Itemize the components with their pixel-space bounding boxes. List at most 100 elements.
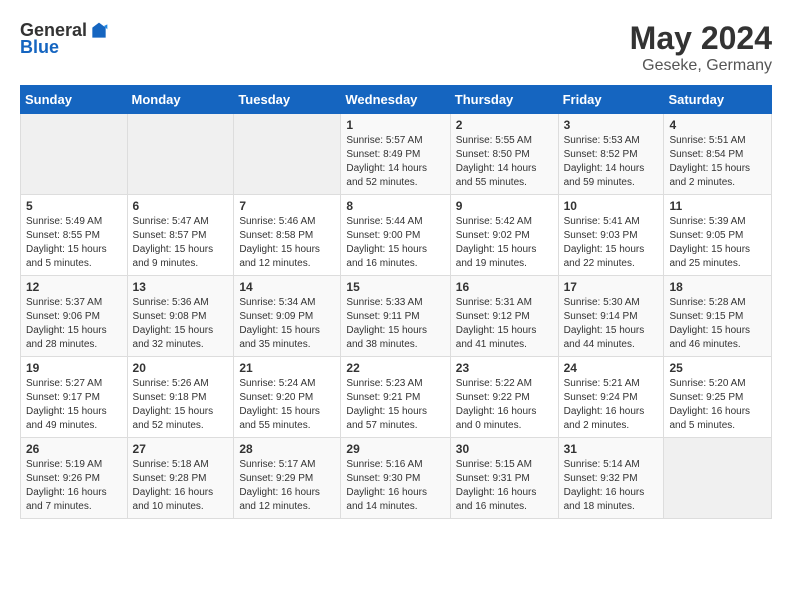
day-number: 18	[669, 280, 766, 294]
day-number: 13	[133, 280, 229, 294]
day-number: 19	[26, 361, 122, 375]
cell-text: Sunrise: 5:39 AM Sunset: 9:05 PM Dayligh…	[669, 215, 766, 271]
day-number: 4	[669, 118, 766, 132]
day-number: 22	[346, 361, 444, 375]
calendar-cell: 11 Sunrise: 5:39 AM Sunset: 9:05 PM Dayli…	[664, 195, 772, 276]
cell-text: Sunrise: 5:47 AM Sunset: 8:57 PM Dayligh…	[133, 215, 229, 271]
calendar-cell: 14Sunrise: 5:34 AM Sunset: 9:09 PM Dayli…	[234, 276, 341, 357]
cell-text: Sunrise: 5:17 AM Sunset: 9:29 PM Dayligh…	[239, 458, 335, 514]
calendar-cell: 31Sunrise: 5:14 AM Sunset: 9:32 PM Dayli…	[558, 438, 664, 519]
cell-text: Sunrise: 5:24 AM Sunset: 9:20 PM Dayligh…	[239, 377, 335, 433]
cell-text: Sunrise: 5:19 AM Sunset: 9:26 PM Dayligh…	[26, 458, 122, 514]
cell-text: Sunrise: 5:53 AM Sunset: 8:52 PM Dayligh…	[564, 134, 659, 190]
calendar-cell: 27Sunrise: 5:18 AM Sunset: 9:28 PM Dayli…	[127, 438, 234, 519]
calendar-cell: 20 Sunrise: 5:26 AM Sunset: 9:18 PM Dayli…	[127, 357, 234, 438]
calendar-cell: 23 Sunrise: 5:22 AM Sunset: 9:22 PM Dayli…	[450, 357, 558, 438]
cell-text: Sunrise: 5:26 AM Sunset: 9:18 PM Dayligh…	[133, 377, 229, 433]
calendar-cell: 10 Sunrise: 5:41 AM Sunset: 9:03 PM Dayli…	[558, 195, 664, 276]
cell-text: Sunrise: 5:21 AM Sunset: 9:24 PM Dayligh…	[564, 377, 659, 433]
cell-text: Sunrise: 5:22 AM Sunset: 9:22 PM Dayligh…	[456, 377, 553, 433]
day-number: 16	[456, 280, 553, 294]
cell-text: Sunrise: 5:34 AM Sunset: 9:09 PM Dayligh…	[239, 296, 335, 352]
calendar-week-row: 5 Sunrise: 5:49 AM Sunset: 8:55 PM Daylig…	[21, 195, 772, 276]
calendar-week-row: 12 Sunrise: 5:37 AM Sunset: 9:06 PM Dayli…	[21, 276, 772, 357]
calendar-cell: 4 Sunrise: 5:51 AM Sunset: 8:54 PM Daylig…	[664, 114, 772, 195]
weekday-header-thursday: Thursday	[450, 86, 558, 114]
logo-text-blue: Blue	[20, 37, 59, 58]
day-number: 10	[564, 199, 659, 213]
calendar-cell: 1 Sunrise: 5:57 AM Sunset: 8:49 PM Daylig…	[341, 114, 450, 195]
day-number: 12	[26, 280, 122, 294]
day-number: 23	[456, 361, 553, 375]
calendar-cell: 16 Sunrise: 5:31 AM Sunset: 9:12 PM Dayli…	[450, 276, 558, 357]
weekday-header-monday: Monday	[127, 86, 234, 114]
calendar-table: SundayMondayTuesdayWednesdayThursdayFrid…	[20, 85, 772, 519]
calendar-cell: 7 Sunrise: 5:46 AM Sunset: 8:58 PM Daylig…	[234, 195, 341, 276]
cell-text: Sunrise: 5:27 AM Sunset: 9:17 PM Dayligh…	[26, 377, 122, 433]
calendar-week-row: 19 Sunrise: 5:27 AM Sunset: 9:17 PM Dayli…	[21, 357, 772, 438]
weekday-header-wednesday: Wednesday	[341, 86, 450, 114]
calendar-cell: 5 Sunrise: 5:49 AM Sunset: 8:55 PM Daylig…	[21, 195, 128, 276]
cell-text: Sunrise: 5:33 AM Sunset: 9:11 PM Dayligh…	[346, 296, 444, 352]
cell-text: Sunrise: 5:36 AM Sunset: 9:08 PM Dayligh…	[133, 296, 229, 352]
cell-text: Sunrise: 5:14 AM Sunset: 9:32 PM Dayligh…	[564, 458, 659, 514]
calendar-cell: 19 Sunrise: 5:27 AM Sunset: 9:17 PM Dayli…	[21, 357, 128, 438]
day-number: 24	[564, 361, 659, 375]
calendar-cell: 21 Sunrise: 5:24 AM Sunset: 9:20 PM Dayli…	[234, 357, 341, 438]
day-number: 11	[669, 199, 766, 213]
day-number: 17	[564, 280, 659, 294]
cell-text: Sunrise: 5:20 AM Sunset: 9:25 PM Dayligh…	[669, 377, 766, 433]
calendar-cell: 8 Sunrise: 5:44 AM Sunset: 9:00 PM Daylig…	[341, 195, 450, 276]
calendar-cell: 25 Sunrise: 5:20 AM Sunset: 9:25 PM Dayli…	[664, 357, 772, 438]
weekday-header-saturday: Saturday	[664, 86, 772, 114]
day-number: 25	[669, 361, 766, 375]
cell-text: Sunrise: 5:55 AM Sunset: 8:50 PM Dayligh…	[456, 134, 553, 190]
day-number: 6	[133, 199, 229, 213]
calendar-week-row: 1 Sunrise: 5:57 AM Sunset: 8:49 PM Daylig…	[21, 114, 772, 195]
calendar-cell	[234, 114, 341, 195]
calendar-cell	[664, 438, 772, 519]
day-number: 5	[26, 199, 122, 213]
day-number: 8	[346, 199, 444, 213]
cell-text: Sunrise: 5:57 AM Sunset: 8:49 PM Dayligh…	[346, 134, 444, 190]
cell-text: Sunrise: 5:37 AM Sunset: 9:06 PM Dayligh…	[26, 296, 122, 352]
cell-text: Sunrise: 5:15 AM Sunset: 9:31 PM Dayligh…	[456, 458, 553, 514]
day-number: 29	[346, 442, 444, 456]
calendar-cell: 15 Sunrise: 5:33 AM Sunset: 9:11 PM Dayli…	[341, 276, 450, 357]
calendar-cell	[127, 114, 234, 195]
cell-text: Sunrise: 5:42 AM Sunset: 9:02 PM Dayligh…	[456, 215, 553, 271]
title-block: May 2024 Geseke, Germany	[630, 20, 772, 75]
day-number: 27	[133, 442, 229, 456]
weekday-header-friday: Friday	[558, 86, 664, 114]
weekday-header-tuesday: Tuesday	[234, 86, 341, 114]
logo: General Blue	[20, 20, 109, 58]
cell-text: Sunrise: 5:46 AM Sunset: 8:58 PM Dayligh…	[239, 215, 335, 271]
calendar-cell: 26Sunrise: 5:19 AM Sunset: 9:26 PM Dayli…	[21, 438, 128, 519]
day-number: 3	[564, 118, 659, 132]
day-number: 7	[239, 199, 335, 213]
cell-text: Sunrise: 5:44 AM Sunset: 9:00 PM Dayligh…	[346, 215, 444, 271]
calendar-cell: 2 Sunrise: 5:55 AM Sunset: 8:50 PM Daylig…	[450, 114, 558, 195]
calendar-cell: 18Sunrise: 5:28 AM Sunset: 9:15 PM Dayli…	[664, 276, 772, 357]
calendar-cell: 17 Sunrise: 5:30 AM Sunset: 9:14 PM Dayli…	[558, 276, 664, 357]
day-number: 21	[239, 361, 335, 375]
day-number: 15	[346, 280, 444, 294]
cell-text: Sunrise: 5:30 AM Sunset: 9:14 PM Dayligh…	[564, 296, 659, 352]
weekday-header-row: SundayMondayTuesdayWednesdayThursdayFrid…	[21, 86, 772, 114]
month-year-title: May 2024	[630, 20, 772, 57]
calendar-cell: 6 Sunrise: 5:47 AM Sunset: 8:57 PM Daylig…	[127, 195, 234, 276]
cell-text: Sunrise: 5:41 AM Sunset: 9:03 PM Dayligh…	[564, 215, 659, 271]
day-number: 28	[239, 442, 335, 456]
day-number: 20	[133, 361, 229, 375]
cell-text: Sunrise: 5:31 AM Sunset: 9:12 PM Dayligh…	[456, 296, 553, 352]
calendar-cell: 30Sunrise: 5:15 AM Sunset: 9:31 PM Dayli…	[450, 438, 558, 519]
cell-text: Sunrise: 5:23 AM Sunset: 9:21 PM Dayligh…	[346, 377, 444, 433]
cell-text: Sunrise: 5:51 AM Sunset: 8:54 PM Dayligh…	[669, 134, 766, 190]
day-number: 2	[456, 118, 553, 132]
cell-text: Sunrise: 5:16 AM Sunset: 9:30 PM Dayligh…	[346, 458, 444, 514]
cell-text: Sunrise: 5:49 AM Sunset: 8:55 PM Dayligh…	[26, 215, 122, 271]
day-number: 1	[346, 118, 444, 132]
calendar-cell: 24 Sunrise: 5:21 AM Sunset: 9:24 PM Dayli…	[558, 357, 664, 438]
calendar-cell: 9 Sunrise: 5:42 AM Sunset: 9:02 PM Daylig…	[450, 195, 558, 276]
day-number: 9	[456, 199, 553, 213]
